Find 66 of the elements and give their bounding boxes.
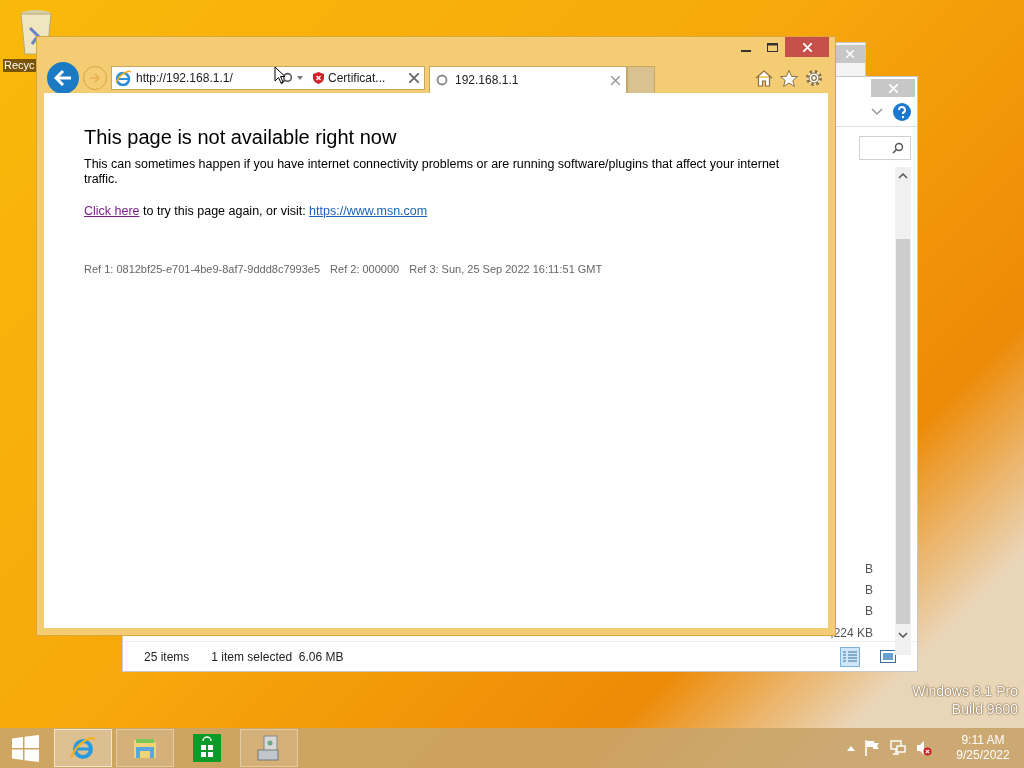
watermark-text: Build 9600 [951, 702, 1018, 716]
retry-link[interactable]: Click here [84, 204, 140, 218]
file-size-text: B [865, 582, 873, 598]
details-view-icon [843, 650, 857, 663]
settings-icon[interactable] [805, 69, 823, 87]
file-size-text: B [865, 561, 873, 577]
close-button[interactable] [785, 37, 829, 57]
scroll-up-icon[interactable] [898, 173, 908, 179]
scrollbar[interactable] [895, 167, 911, 655]
windows-logo-icon [11, 734, 39, 762]
file-size-text: B [865, 603, 873, 619]
certificate-error-label[interactable]: Certificat... [328, 69, 386, 87]
clock-date: 9/25/2022 [956, 748, 1010, 763]
taskbar-app-button[interactable] [116, 729, 174, 767]
close-tab-icon[interactable] [611, 75, 620, 85]
reference-text: Ref 2: 000000 [330, 261, 400, 277]
close-icon [802, 42, 812, 52]
dropdown-arrow-icon[interactable] [297, 76, 303, 80]
error-description: This can sometimes happen if you have internet connectivity problems or are running software/plugins that affect your internet traffic. [84, 157, 781, 187]
tab-title: 192.168.1.1 [455, 72, 520, 89]
search-icon[interactable] [892, 142, 904, 154]
taskbar-app-button[interactable] [54, 729, 112, 767]
desktop-icon-label[interactable]: Recyc [3, 59, 36, 72]
close-icon [846, 50, 854, 58]
file-size-text: ,224 KB [830, 625, 873, 642]
msn-link[interactable]: https://www.msn.com [309, 204, 428, 218]
status-text: 1 item selected 6.06 MB [211, 648, 344, 666]
scroll-down-icon[interactable] [898, 632, 908, 638]
watermark-text: Windows 8.1 Pro [912, 684, 1018, 698]
preview-pane-icon[interactable] [880, 650, 896, 663]
stop-button[interactable] [407, 71, 421, 85]
maximize-icon [766, 42, 778, 52]
address-bar[interactable]: http://192.168.1.1/ Certificat... [111, 66, 425, 90]
address-text[interactable]: http://192.168.1.1/ [136, 69, 276, 87]
browser-tab[interactable]: 192.168.1.1 [429, 66, 627, 93]
search-field[interactable] [859, 136, 911, 160]
browser-logo-icon [69, 734, 97, 762]
close-button[interactable] [835, 45, 865, 63]
scrollbar-thumb[interactable] [896, 239, 910, 624]
reference-text: Ref 3: Sun, 25 Sep 2022 16:11:51 GMT [409, 261, 603, 277]
network-icon[interactable] [890, 740, 906, 756]
error-heading: This page is not available right now [84, 125, 398, 149]
shield-error-icon [313, 72, 324, 84]
store-bag-icon [193, 734, 221, 762]
help-icon[interactable] [893, 102, 911, 121]
speaker-muted-icon[interactable] [916, 740, 932, 756]
flag-icon[interactable] [865, 740, 880, 756]
home-icon[interactable] [755, 69, 773, 87]
clock-time: 9:11 AM [961, 733, 1005, 748]
status-text: 25 items [144, 648, 190, 666]
back-arrow-icon [54, 70, 72, 86]
details-view-button[interactable] [840, 646, 860, 667]
close-icon [409, 73, 419, 83]
ie-logo-icon [115, 70, 132, 86]
retry-sentence: Click here to try this page again, or visit: https://www.msn.com [84, 203, 429, 220]
close-icon [888, 83, 898, 93]
show-hidden-icons-icon[interactable] [847, 745, 855, 751]
reference-text: Ref 1: 0812bf25-e701-4be9-8af7-9ddd8c7993e5 [84, 261, 321, 277]
search-icon[interactable] [280, 71, 293, 85]
chevron-icon[interactable] [871, 107, 883, 116]
forward-arrow-icon [89, 73, 101, 83]
taskbar-app-button[interactable] [240, 729, 298, 767]
mouse-cursor-icon [274, 66, 286, 84]
favorites-star-icon[interactable] [780, 69, 798, 87]
minimize-icon [741, 50, 751, 52]
loading-spinner-icon [436, 74, 448, 86]
